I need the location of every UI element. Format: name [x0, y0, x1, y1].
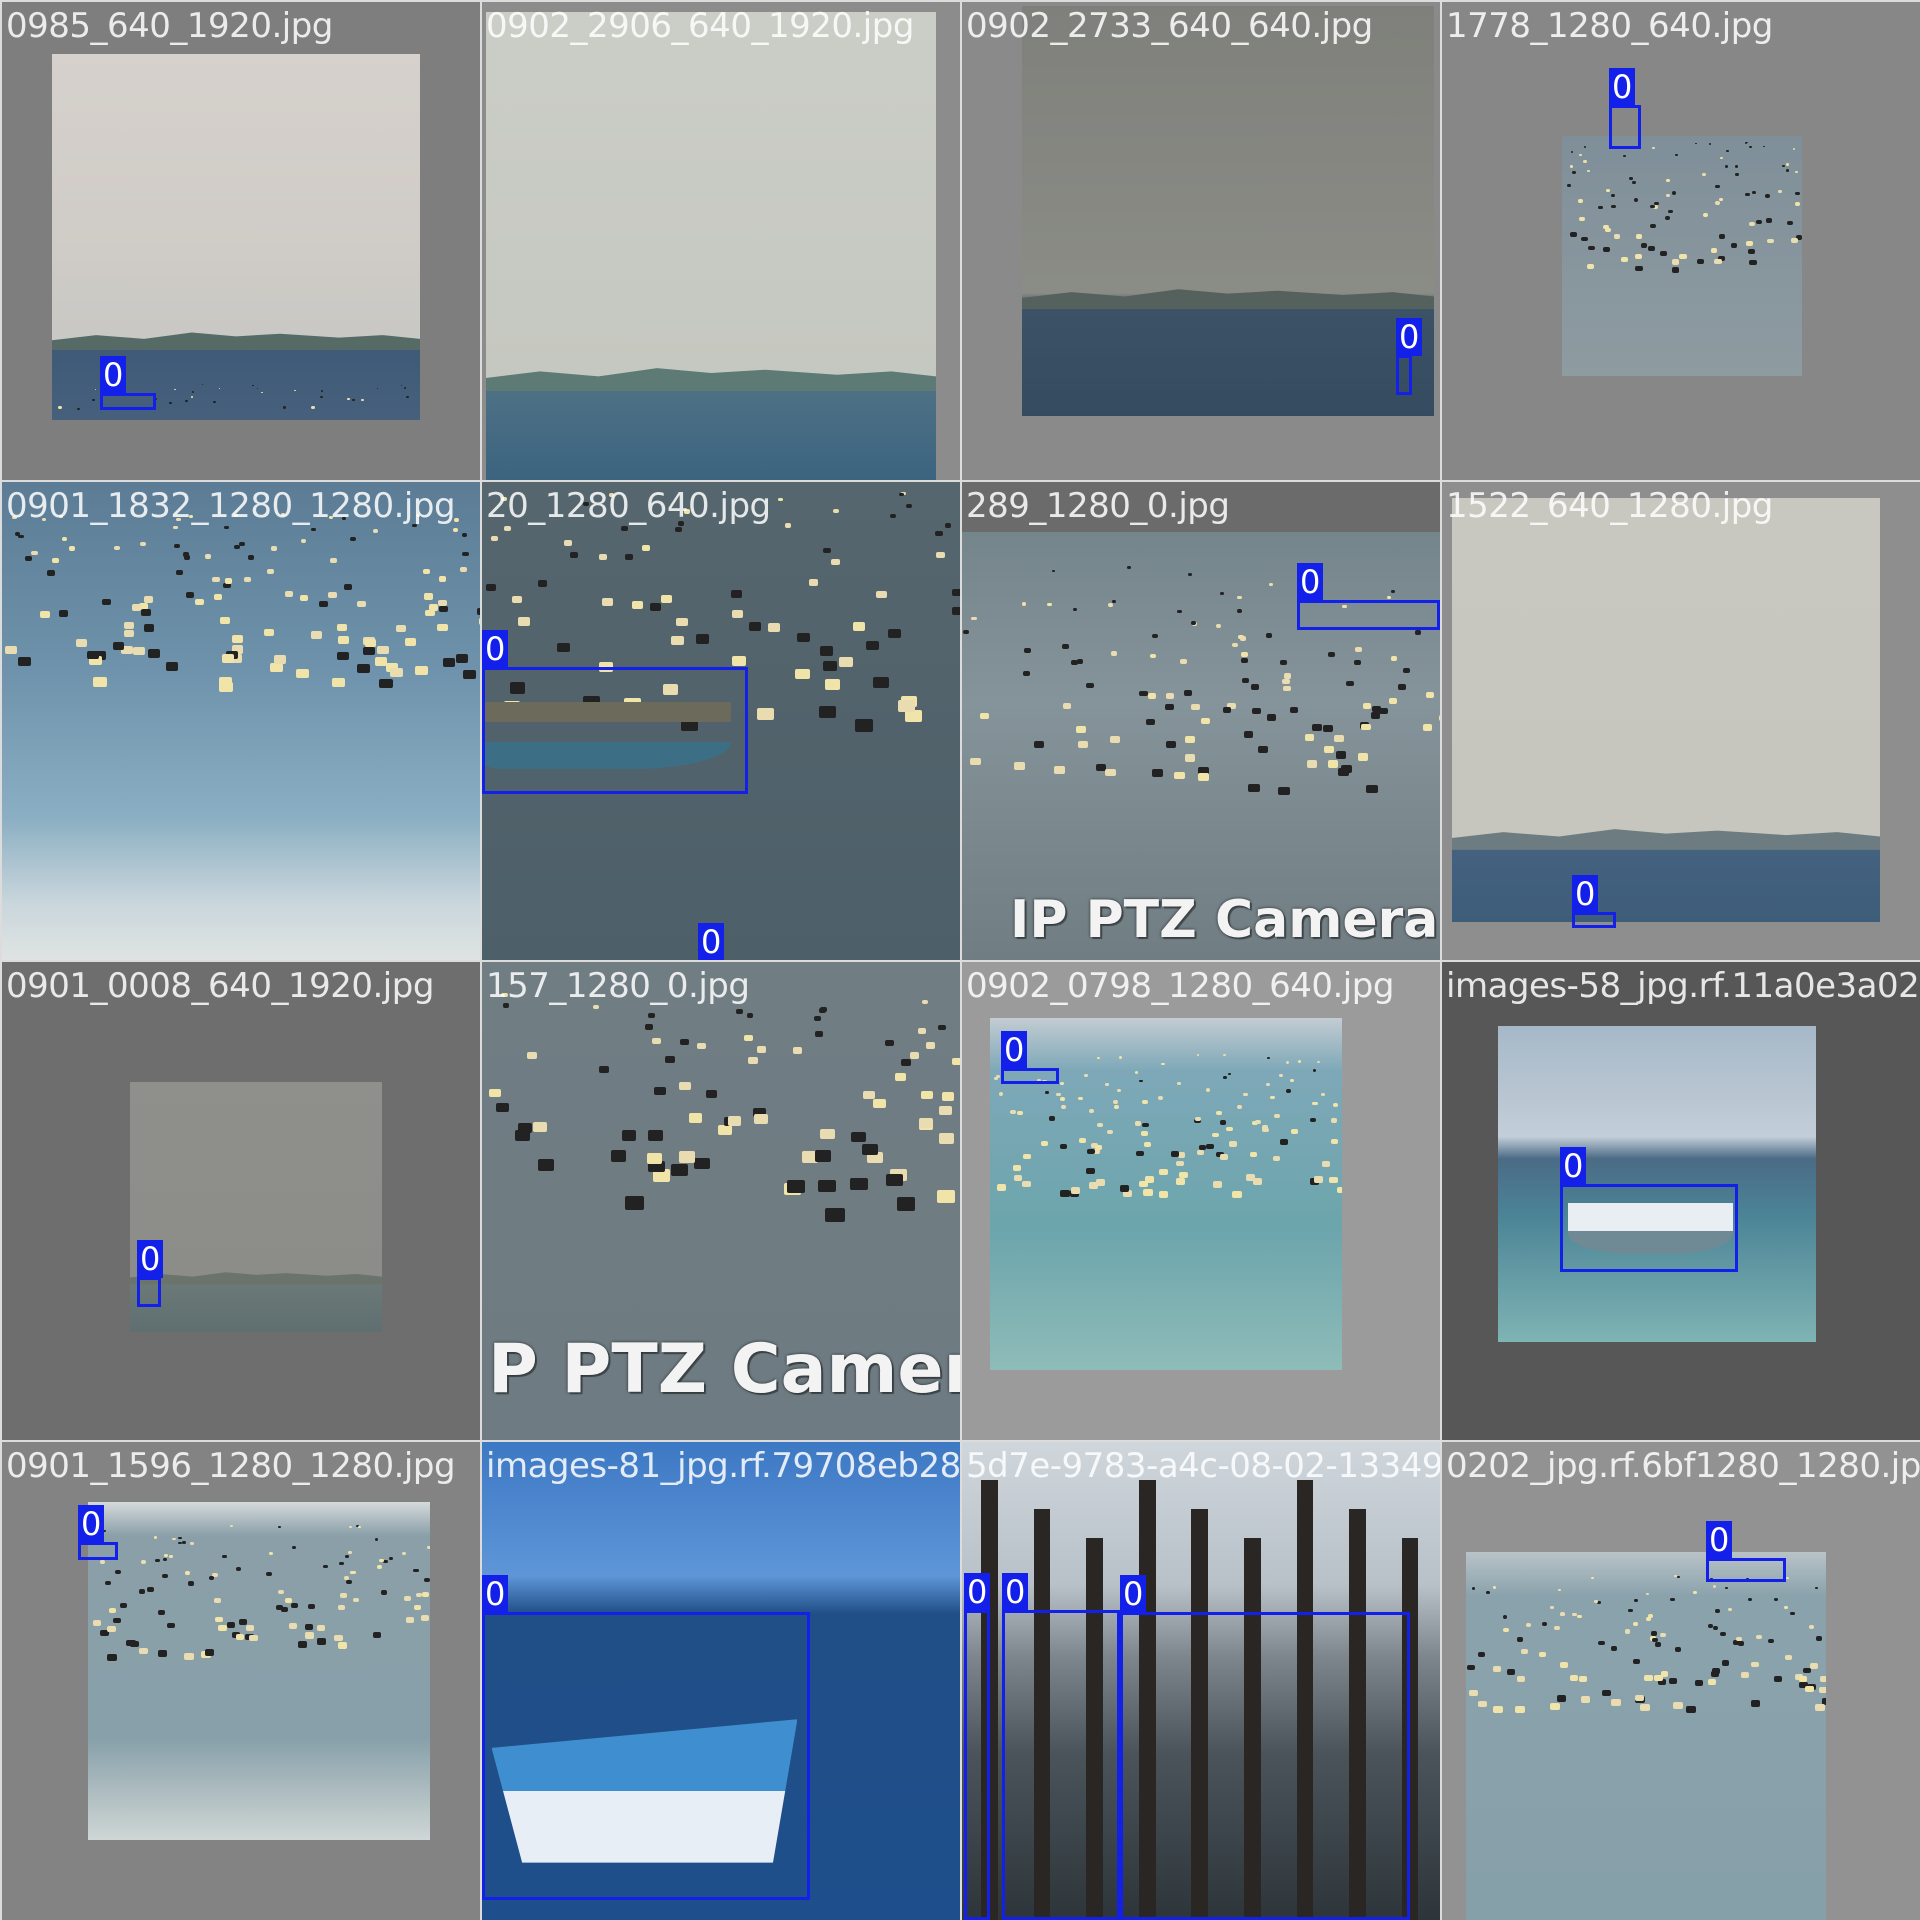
class-label-tag: 0 [698, 923, 725, 960]
tile-filename: 0902_2906_640_1920.jpg [486, 6, 914, 46]
class-label-tag: 0 [1002, 1573, 1029, 1611]
mosaic-tile: 0901_1832_1280_1280.jpg [2, 482, 480, 960]
mosaic-tile: 0 0 20_1280_640.jpg [482, 482, 960, 960]
tile-filename: 0901_1832_1280_1280.jpg [6, 486, 456, 526]
tile-photo [88, 1502, 430, 1840]
mosaic-grid: 0 0985_640_1920.jpg 0902_2906_640_1920.jpg… [0, 0, 1920, 1920]
mosaic-tile: 0 0202_jpg.rf.6bf1280_1280.jpg [1442, 1442, 1920, 1920]
camera-watermark: P PTZ Camera [488, 1330, 960, 1409]
tile-filename: 20_1280_640.jpg [486, 486, 771, 526]
class-label-tag: 0 [1120, 1575, 1147, 1613]
detection-box: 0 [1001, 1031, 1059, 1084]
detection-box: 0 [1609, 68, 1641, 149]
detection-box: 0 [1002, 1573, 1120, 1920]
class-label-tag: 0 [1297, 563, 1324, 601]
tile-photo [1022, 6, 1434, 416]
detection-box: 0 [100, 356, 156, 410]
class-label-tag: 0 [100, 356, 127, 394]
detection-box: 0 [1706, 1521, 1786, 1582]
class-label-tag: 0 [1572, 875, 1599, 913]
mosaic-tile: 0 0902_0798_1280_640.jpg [962, 962, 1440, 1440]
tile-photo [1562, 136, 1802, 376]
mosaic-tile: 0 0902_2733_640_640.jpg [962, 2, 1440, 480]
tile-photo [1466, 1552, 1826, 1920]
detection-box: 0 [482, 1575, 810, 1900]
detection-box: 0 [137, 1240, 164, 1307]
camera-watermark: IP PTZ Camera [1010, 890, 1439, 950]
mosaic-tile: 0 0901_0008_640_1920.jpg [2, 962, 480, 1440]
tile-filename: 5d7e-9783-a4c-08-02-133496 [966, 1446, 1440, 1486]
tile-filename: 0902_0798_1280_640.jpg [966, 966, 1394, 1006]
tile-photo [2, 482, 480, 960]
tile-filename: 1778_1280_640.jpg [1446, 6, 1773, 46]
mosaic-tile: IP PTZ Camera 0 289_1280_0.jpg [962, 482, 1440, 960]
class-label-tag: 0 [1396, 318, 1423, 356]
tile-filename: images-81_jpg.rf.79708eb28856e8e3a6a6c7e [486, 1446, 960, 1486]
mosaic-tile: P PTZ Camera 157_1280_0.jpg [482, 962, 960, 1440]
mosaic-tile: 0 images-81_jpg.rf.79708eb28856e8e3a6a6c7… [482, 1442, 960, 1920]
class-label-tag: 0 [964, 1573, 991, 1611]
tile-filename: 1522_640_1280.jpg [1446, 486, 1773, 526]
tile-filename: 157_1280_0.jpg [486, 966, 750, 1006]
detection-box: 0 [1396, 318, 1423, 395]
detection-box: 0 [78, 1505, 118, 1560]
mosaic-tile: 0 images-58_jpg.rf.11a0e3a02 [1442, 962, 1920, 1440]
tile-filename: 0202_jpg.rf.6bf1280_1280.jpg [1446, 1446, 1920, 1486]
detection-box: 0 [1297, 563, 1440, 630]
class-label-tag: 0 [1001, 1031, 1028, 1069]
tile-filename: 0985_640_1920.jpg [6, 6, 333, 46]
class-label-tag: 0 [78, 1505, 105, 1543]
mosaic-tile: 0 1522_640_1280.jpg [1442, 482, 1920, 960]
detection-box: 0 [1120, 1575, 1410, 1920]
mosaic-tile: 0 1778_1280_640.jpg [1442, 2, 1920, 480]
class-label-tag: 0 [482, 630, 509, 668]
class-label-tag: 0 [1609, 68, 1636, 106]
detection-box: 0 [964, 1573, 991, 1920]
class-label-tag: 0 [1560, 1147, 1587, 1185]
tile-filename: 0901_1596_1280_1280.jpg [6, 1446, 456, 1486]
class-label-tag: 0 [482, 1575, 509, 1613]
tile-photo [130, 1082, 382, 1332]
detection-box: 0 [1572, 875, 1616, 928]
mosaic-tile: 0 0 0 5d7e-9783-a4c-08-02-133496 [962, 1442, 1440, 1920]
tile-filename: 0901_0008_640_1920.jpg [6, 966, 434, 1006]
tile-filename: images-58_jpg.rf.11a0e3a02 [1446, 966, 1920, 1006]
tile-filename: 0902_2733_640_640.jpg [966, 6, 1373, 46]
detection-box: 0 [1560, 1147, 1738, 1272]
mosaic-tile: 0 0901_1596_1280_1280.jpg [2, 1442, 480, 1920]
class-label-tag: 0 [137, 1240, 164, 1278]
tile-photo [486, 12, 936, 480]
tile-filename: 289_1280_0.jpg [966, 486, 1230, 526]
class-label-tag: 0 [1706, 1521, 1733, 1559]
detection-box: 0 [482, 630, 748, 794]
tile-photo [1452, 498, 1880, 922]
mosaic-tile: 0902_2906_640_1920.jpg [482, 2, 960, 480]
mosaic-tile: 0 0985_640_1920.jpg [2, 2, 480, 480]
